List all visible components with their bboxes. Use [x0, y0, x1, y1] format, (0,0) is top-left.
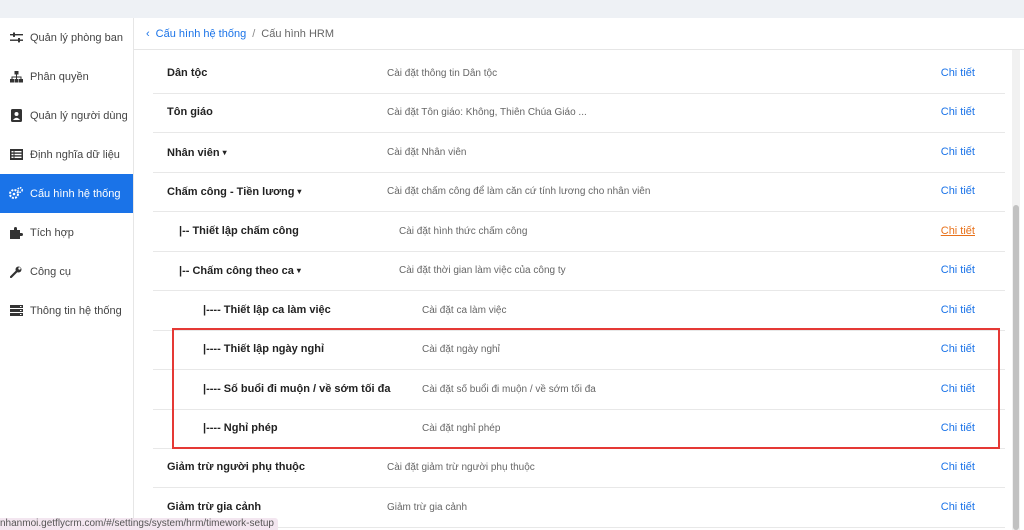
settings-row: Tôn giáo Cài đặt Tôn giáo: Không, Thiên … — [153, 93, 1005, 133]
detail-link[interactable]: Chi tiết — [941, 133, 975, 172]
sidebar-item-label: Quản lý phòng ban — [30, 31, 123, 44]
row-name: |-- Thiết lập chấm công — [179, 225, 299, 237]
settings-row[interactable]: Chấm công - Tiền lương ▾ Cài đặt chấm côn… — [153, 172, 1005, 212]
row-description: Cài đặt giảm trừ người phụ thuộc — [387, 462, 535, 473]
detail-link[interactable]: Chi tiết — [941, 291, 975, 330]
row-description: Cài đặt thông tin Dân tộc — [387, 68, 498, 79]
settings-row: Giảm trừ người phụ thuộc Cài đặt giảm tr… — [153, 448, 1005, 488]
breadcrumb-current: Cấu hình HRM — [261, 28, 335, 40]
detail-link[interactable]: Chi tiết — [941, 172, 975, 211]
sidebar-item-permissions[interactable]: Phân quyền — [0, 57, 133, 96]
back-chevron-icon[interactable]: ‹ — [146, 28, 150, 40]
detail-link[interactable]: Chi tiết — [941, 488, 975, 527]
row-name-group[interactable]: Nhân viên ▾ — [167, 133, 227, 172]
row-name: |-- Chấm công theo ca — [179, 265, 294, 277]
row-description: Cài đặt chấm công để làm căn cứ tính lươ… — [387, 186, 651, 197]
scrollbar-thumb[interactable] — [1013, 205, 1019, 530]
sliders-icon — [9, 31, 23, 45]
breadcrumb-separator: / — [252, 28, 256, 40]
row-description: Cài đặt số buổi đi muộn / về sớm tối đa — [422, 384, 596, 395]
settings-row[interactable]: |-- Chấm công theo ca ▾ Cài đặt thời gian… — [153, 251, 1005, 291]
server-icon — [9, 304, 23, 318]
sidebar-item-integration[interactable]: Tích hợp — [0, 213, 133, 252]
row-name-group[interactable]: |-- Chấm công theo ca ▾ — [179, 251, 301, 290]
settings-row: |---- Số buổi đi muộn / về sớm tối đa Cà… — [153, 370, 1005, 410]
sidebar-item-label: Định nghĩa dữ liệu — [30, 148, 120, 161]
header-divider — [134, 49, 1024, 50]
row-description: Cài đặt thời gian làm việc của công ty — [399, 265, 566, 276]
row-description: Cài đặt Tôn giáo: Không, Thiên Chúa Giáo… — [387, 107, 587, 118]
sidebar-item-label: Quản lý người dùng — [30, 109, 128, 122]
row-description: Cài đặt hình thức chấm công — [399, 226, 528, 237]
detail-link[interactable]: Chi tiết — [941, 93, 975, 132]
detail-link[interactable]: Chi tiết — [941, 448, 975, 487]
row-name: |---- Thiết lập ngày nghỉ — [203, 343, 325, 355]
breadcrumb: ‹ Cấu hình hệ thống / Cấu hình HRM — [146, 26, 334, 42]
row-name: Tôn giáo — [167, 106, 213, 118]
detail-link[interactable]: Chi tiết — [941, 330, 975, 369]
row-name: |---- Thiết lập ca làm việc — [203, 304, 331, 316]
row-name: Nhân viên — [167, 147, 220, 159]
settings-row: |---- Thiết lập ngày nghỉ Cài đặt ngày n… — [153, 330, 1005, 370]
sidebar-item-department[interactable]: Quản lý phòng ban — [0, 18, 133, 57]
row-description: Cài đặt ca làm việc — [422, 305, 507, 316]
sidebar-item-data-definition[interactable]: Định nghĩa dữ liệu — [0, 135, 133, 174]
gears-icon — [9, 187, 23, 201]
status-bar-url: nhanmoi.getflycrm.com/#/settings/system/… — [0, 518, 278, 530]
detail-link[interactable]: Chi tiết — [941, 370, 975, 409]
settings-row: |-- Thiết lập chấm công Cài đặt hình thứ… — [153, 212, 1005, 252]
wrench-icon — [9, 265, 23, 279]
settings-row: |---- Nghỉ phép Cài đặt nghỉ phép Chi ti… — [153, 409, 1005, 449]
row-description: Cài đặt nghỉ phép — [422, 423, 501, 434]
caret-down-icon[interactable]: ▾ — [297, 266, 301, 275]
sidebar-item-label: Thông tin hệ thống — [30, 304, 122, 317]
caret-down-icon[interactable]: ▾ — [223, 148, 227, 157]
detail-link[interactable]: Chi tiết — [941, 251, 975, 290]
sidebar-item-label: Công cụ — [30, 265, 71, 278]
detail-link[interactable]: Chi tiết — [941, 409, 975, 448]
sidebar-item-system-config[interactable]: Cấu hình hệ thống — [0, 174, 133, 213]
row-name: Chấm công - Tiền lương — [167, 186, 295, 198]
sidebar-item-users[interactable]: Quản lý người dùng — [0, 96, 133, 135]
row-name: Giảm trừ người phụ thuộc — [167, 461, 306, 473]
settings-row: |---- Thiết lập ca làm việc Cài đặt ca l… — [153, 291, 1005, 331]
settings-row[interactable]: Nhân viên ▾ Cài đặt Nhân viên Chi tiết — [153, 133, 1005, 173]
row-name: |---- Số buổi đi muộn / về sớm tối đa — [203, 383, 391, 395]
settings-row: Dân tộc Cài đặt thông tin Dân tộc Chi ti… — [153, 54, 1005, 94]
sidebar-item-tools[interactable]: Công cụ — [0, 252, 133, 291]
caret-down-icon[interactable]: ▾ — [297, 187, 301, 196]
sidebar-item-system-info[interactable]: Thông tin hệ thống — [0, 291, 133, 330]
settings-row: Giảm trừ gia cảnh Giảm trừ gia cảnh Chi … — [153, 488, 1005, 528]
detail-link[interactable]: Chi tiết — [941, 212, 975, 251]
sidebar-item-label: Phân quyền — [30, 70, 89, 83]
top-bar — [0, 0, 1024, 19]
row-description: Giảm trừ gia cảnh — [387, 502, 468, 513]
puzzle-icon — [9, 226, 23, 240]
list-icon — [9, 148, 23, 162]
row-description: Cài đặt Nhân viên — [387, 147, 467, 158]
row-description: Cài đặt ngày nghỉ — [422, 344, 500, 355]
row-name: Dân tộc — [167, 67, 208, 79]
user-card-icon — [9, 109, 23, 123]
sidebar-item-label: Cấu hình hệ thống — [30, 187, 121, 200]
row-name: |---- Nghỉ phép — [203, 422, 278, 434]
breadcrumb-parent-link[interactable]: Cấu hình hệ thống — [156, 28, 247, 40]
row-name-group[interactable]: Chấm công - Tiền lương ▾ — [167, 172, 301, 211]
detail-link[interactable]: Chi tiết — [941, 54, 975, 93]
sitemap-icon — [9, 70, 23, 84]
sidebar-item-label: Tích hợp — [30, 226, 74, 239]
sidebar: Quản lý phòng ban Phân quyền Quản lý ngư… — [0, 18, 134, 530]
